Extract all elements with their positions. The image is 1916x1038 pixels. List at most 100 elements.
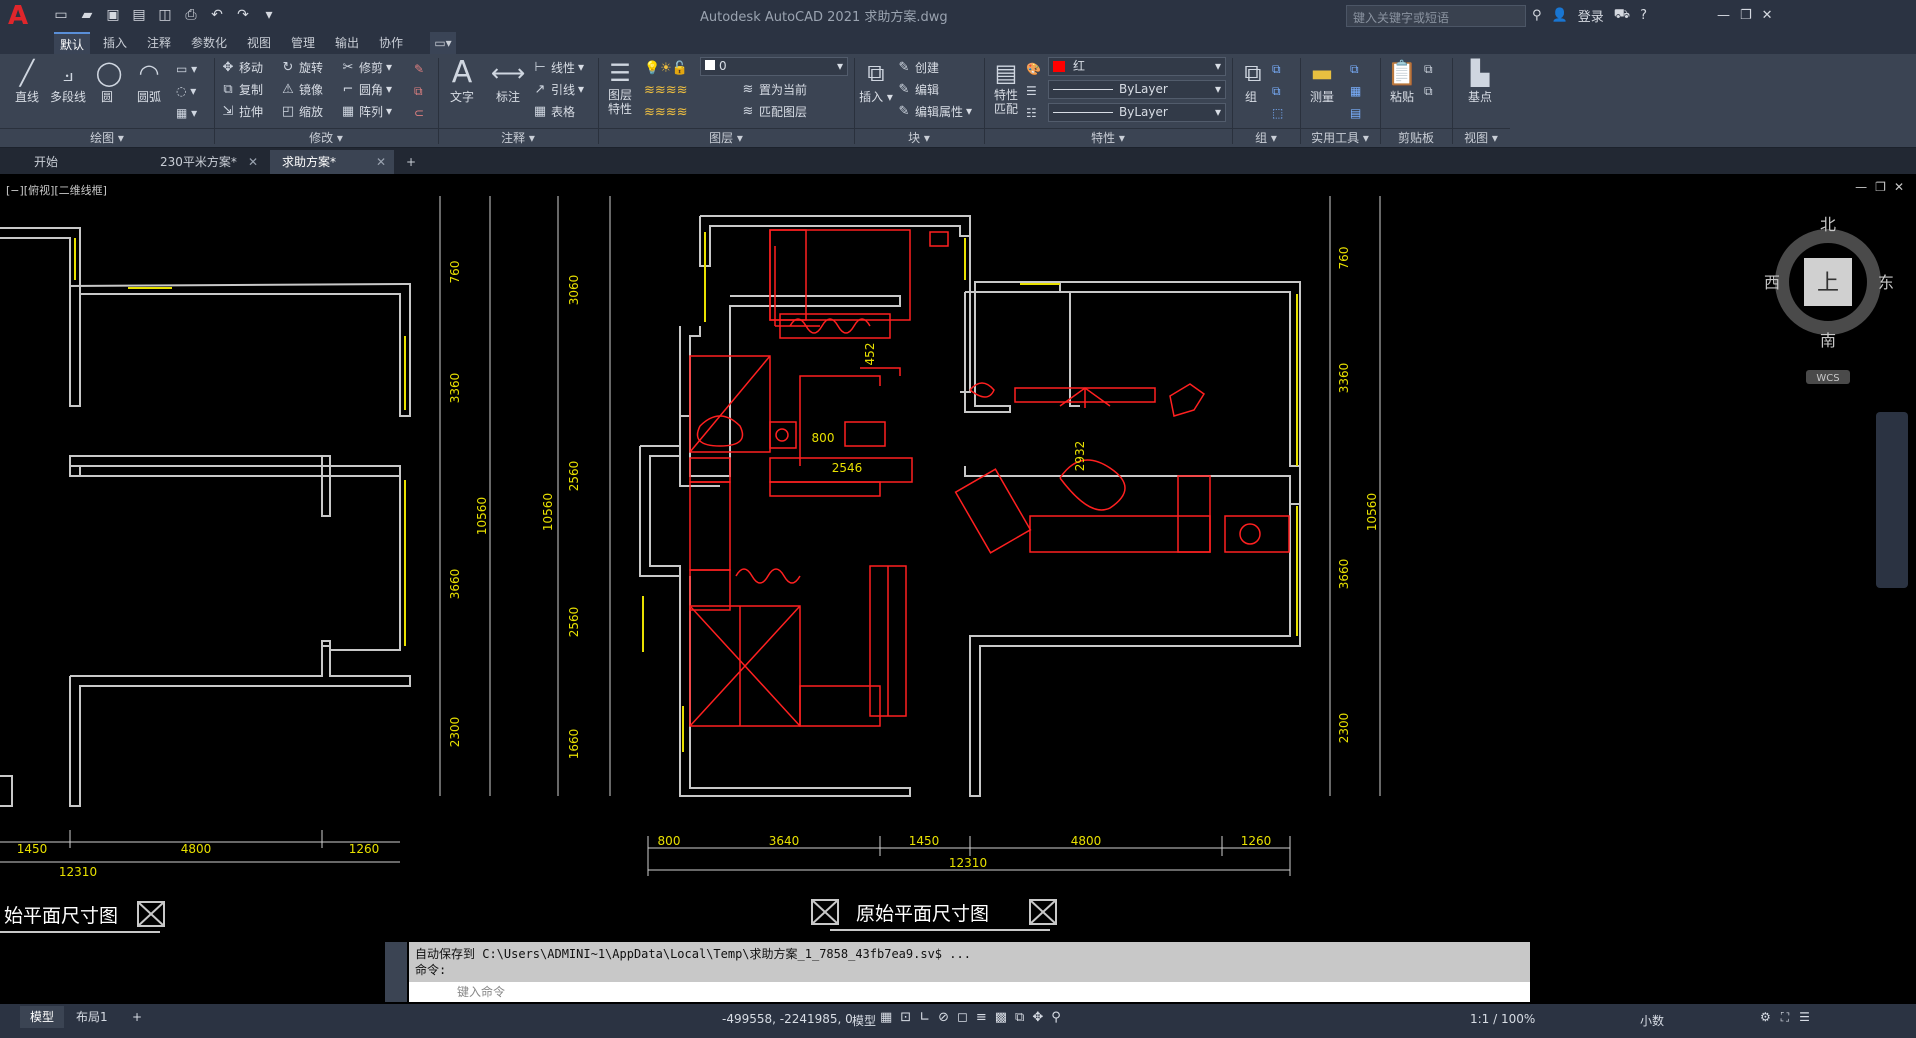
command-line-grip[interactable] (385, 942, 407, 1002)
view-panel-label[interactable]: 视图 ▾ (1452, 128, 1510, 146)
model-tab[interactable]: 模型 (20, 1006, 65, 1028)
autocad-logo[interactable]: A (8, 3, 42, 29)
table-button[interactable]: ▦ 表格 (532, 100, 584, 122)
command-input[interactable]: 键入命令 (409, 982, 1530, 1002)
layout1-tab[interactable]: 布局1 (66, 1006, 118, 1028)
help-icon[interactable]: ? (1640, 8, 1647, 23)
lineweight-dropdown[interactable]: ByLayer ▾ (1048, 103, 1226, 122)
redo-icon[interactable]: ↷ (232, 4, 254, 26)
clipboard-panel-label[interactable]: 剪贴板 (1380, 128, 1452, 146)
insert-button[interactable]: ⧉ 插入 ▾ (858, 58, 894, 105)
new-tab-button[interactable]: + (400, 150, 430, 174)
utilities-panel-label[interactable]: 实用工具 ▾ (1300, 128, 1380, 146)
properties-panel-label[interactable]: 特性 ▾ (984, 128, 1232, 146)
utility-small-icons[interactable]: ⧉ ▦ ▤ (1350, 58, 1361, 124)
move-button[interactable]: ✥ 移动 (220, 56, 263, 78)
search-input[interactable]: 键入关键字或短语 (1346, 5, 1526, 27)
tab-collaborate[interactable]: 协作 (374, 32, 408, 54)
linetype-dropdown[interactable]: ByLayer ▾ (1048, 80, 1226, 99)
units-dropdown[interactable]: 小数 (1640, 1012, 1664, 1029)
group-button[interactable]: ⧉ 组 (1236, 58, 1266, 105)
close-icon[interactable]: ✕ (1762, 8, 1773, 23)
layers-panel-label[interactable]: 图层 ▾ (598, 128, 854, 146)
drawing-canvas[interactable]: [−][俯视][二维线框] — ❐ ✕ 760 3360 3660 2300 1… (0, 176, 1916, 1000)
line-button[interactable]: ╱ 直线 (8, 58, 46, 105)
ortho-icon[interactable]: ∟ (919, 1010, 930, 1025)
search-icon[interactable]: ⚲ (1532, 8, 1542, 23)
arc-button[interactable]: ◠ 圆弧 (130, 58, 168, 105)
tab-help-plan[interactable]: 求助方案* ✕ (270, 150, 394, 174)
groups-panel-label[interactable]: 组 ▾ (1232, 128, 1300, 146)
scale-button[interactable]: ◰ 缩放 (280, 100, 323, 122)
grid-icon[interactable]: ▦ (880, 1010, 892, 1025)
color-dropdown[interactable]: 红 ▾ (1048, 57, 1226, 76)
tab-default[interactable]: 默认 (54, 32, 90, 54)
tab-view[interactable]: 视图 (242, 32, 276, 54)
clipboard-small-icons[interactable]: ⧉ ⧉ (1424, 58, 1433, 102)
copy-button[interactable]: ⧉ 复制 (220, 78, 263, 100)
group-small-icons[interactable]: ⧉ ⧉ ⬚ (1272, 58, 1283, 124)
tab-insert[interactable]: 插入 (98, 32, 132, 54)
paste-button[interactable]: 📋 粘贴 (1384, 58, 1420, 105)
fillet-button[interactable]: ⌐ 圆角 ▾ (340, 78, 393, 100)
layer-state-icons[interactable]: 💡☀🔓 ≋≋≋≋ ≋≋≋≋ (644, 58, 688, 124)
mirror-button[interactable]: ⚠ 镜像 (280, 78, 323, 100)
annotation-icon[interactable]: ⚲ (1051, 1010, 1061, 1025)
match-properties-button[interactable]: ▤ 特性 匹配 (988, 58, 1024, 116)
linear-button[interactable]: ⊢ 线性 ▾ (532, 56, 584, 78)
coordinates-readout[interactable]: -499558, -2241985, 0 (722, 1012, 853, 1026)
layer-properties-button[interactable]: ☰ 图层 特性 (602, 58, 638, 116)
tab-manage[interactable]: 管理 (286, 32, 320, 54)
tab-parametric[interactable]: 参数化 (186, 32, 232, 54)
tab-output[interactable]: 输出 (330, 32, 364, 54)
text-button[interactable]: A 文字 (444, 58, 480, 105)
scale-readout[interactable]: 1:1 / 100% (1470, 1012, 1535, 1026)
draw-small-icons[interactable]: ▭ ▾ ◌ ▾ ▦ ▾ (176, 58, 197, 124)
rotate-button[interactable]: ↻ 旋转 (280, 56, 323, 78)
polyline-button[interactable]: ⟓ 多段线 (46, 58, 90, 105)
lineweight-icon[interactable]: ≡ (976, 1010, 987, 1025)
restore-icon[interactable]: ❐ (1740, 8, 1752, 23)
tab-extra-button[interactable]: ▭▾ (430, 32, 456, 54)
undo-icon[interactable]: ↶ (206, 4, 228, 26)
draw-panel-label[interactable]: 绘图 ▾ (0, 128, 214, 146)
model-space-button[interactable]: 模型 (852, 1012, 876, 1029)
osnap-icon[interactable]: ◻ (957, 1010, 968, 1025)
user-icon[interactable]: 👤 (1552, 8, 1568, 23)
layer-dropdown[interactable]: 0 ▾ (700, 57, 848, 76)
close-tab-icon[interactable]: ✕ (376, 150, 386, 174)
selection-icon[interactable]: ⧉ (1015, 1010, 1024, 1025)
array-button[interactable]: ▦ 阵列 ▾ (340, 100, 392, 122)
polar-icon[interactable]: ⊘ (938, 1010, 949, 1025)
gizmo-icon[interactable]: ✥ (1032, 1010, 1043, 1025)
open-icon[interactable]: ▰ (76, 4, 98, 26)
tab-start[interactable]: 开始 (22, 150, 146, 174)
match-layer-button[interactable]: ≋ 匹配图层 (740, 100, 807, 122)
settings-icon[interactable]: ⚙ (1760, 1010, 1771, 1025)
stretch-button[interactable]: ⇲ 拉伸 (220, 100, 263, 122)
minimize-icon[interactable]: — (1717, 8, 1730, 23)
fullscreen-icon[interactable]: ⛶ (1781, 1010, 1789, 1025)
modify-extra-icons[interactable]: ✎ ⧉ ⊂ (414, 58, 424, 124)
set-current-button[interactable]: ≋ 置为当前 (740, 78, 807, 100)
web-icon[interactable]: ◫ (154, 4, 176, 26)
edit-attributes-button[interactable]: ✎ 编辑属性 ▾ (896, 100, 973, 122)
leader-button[interactable]: ↗ 引线 ▾ (532, 78, 585, 100)
base-point-button[interactable]: ▙ 基点 (1460, 58, 1500, 105)
dimension-button[interactable]: ⟷ 标注 (490, 58, 526, 105)
circle-button[interactable]: ◯ 圆 (92, 58, 123, 105)
close-tab-icon[interactable]: ✕ (248, 150, 258, 174)
transparency-icon[interactable]: ▩ (995, 1010, 1007, 1025)
modify-panel-label[interactable]: 修改 ▾ (214, 128, 438, 146)
login-button[interactable]: 登录 (1578, 6, 1604, 25)
tab-annotate[interactable]: 注释 (142, 32, 176, 54)
save-icon[interactable]: ▣ (102, 4, 124, 26)
add-layout-button[interactable]: + (122, 1006, 152, 1028)
dropdown-icon[interactable]: ▾ (258, 4, 280, 26)
snap-icon[interactable]: ⊡ (900, 1010, 911, 1025)
new-icon[interactable]: ▭ (50, 4, 72, 26)
print-icon[interactable]: ⎙ (180, 4, 202, 26)
viewcube[interactable]: 上 北 南 东 西 WCS (1764, 215, 1894, 384)
cart-icon[interactable]: ⛟ (1614, 7, 1630, 24)
edit-block-button[interactable]: ✎ 编辑 (896, 78, 972, 100)
